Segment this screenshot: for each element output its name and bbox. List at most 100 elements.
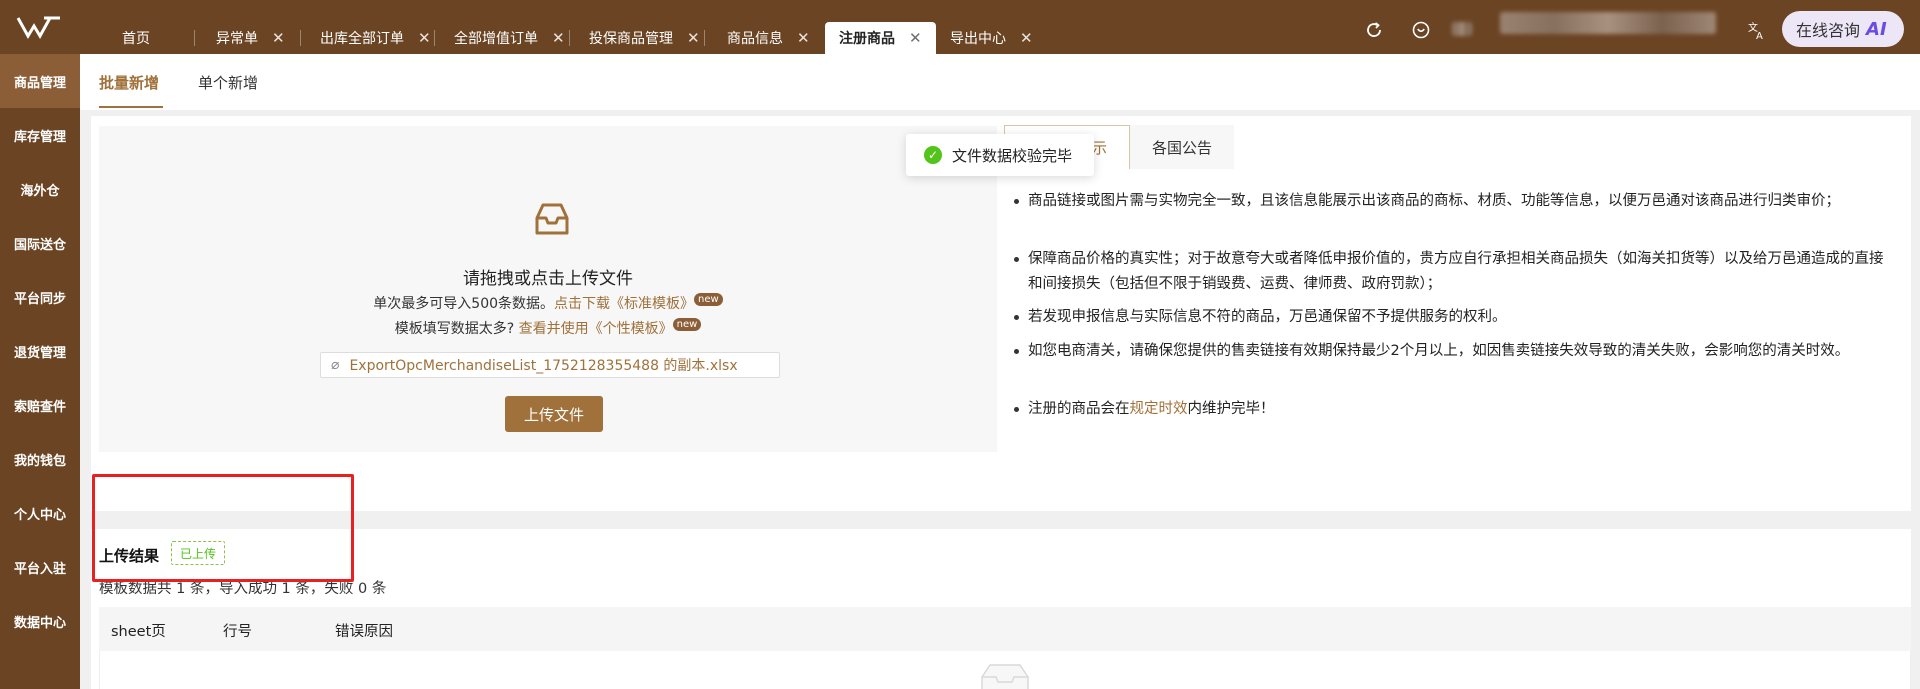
tab-all-outbound-orders[interactable]: 出库全部订单 ✕ [306, 22, 431, 54]
notice-text: 内维护完毕！ [1187, 401, 1275, 417]
upload-limit-line: 单次最多可导入500条数据。点击下载《标准模板》 new [99, 293, 997, 313]
notice-item: 如您电商清关，请确保您提供的售卖链接有效期保持最少2个月以上，如因售卖链接失效导… [1014, 339, 1888, 364]
redacted-user-info [1500, 12, 1716, 34]
upload-result-section: 上传结果 已上传 模板数据共 1 条，导入成功 1 条，失败 0 条 sheet… [91, 529, 1911, 689]
sla-link[interactable]: 规定时效 [1130, 401, 1188, 417]
inbox-icon [535, 203, 569, 235]
sidebar-item-data-center[interactable]: 数据中心 [0, 594, 80, 648]
paperclip-icon: ⌀ [331, 357, 340, 373]
upload-dropzone[interactable]: 请拖拽或点击上传文件 单次最多可导入500条数据。点击下载《标准模板》 new 模… [99, 126, 997, 452]
top-bar: 首页 异常单 ✕ 出库全部订单 ✕ 全部增值订单 ✕ 投保商品管理 ✕ 商品信息… [0, 0, 1920, 54]
sidebar-item-returns[interactable]: 退货管理 [0, 324, 80, 378]
column-header-error: 错误原因 [335, 624, 393, 640]
tab-label: 全部增值订单 [454, 31, 538, 47]
notice-tabs: 示 各国公告 [1004, 125, 1900, 169]
sidebar-item-label: 退货管理 [13, 345, 66, 361]
new-badge: new [672, 318, 702, 331]
upload-title: 请拖拽或点击上传文件 [463, 269, 633, 289]
custom-template-text: 模板填写数据太多? [394, 321, 515, 337]
sidebar-item-platform-sync[interactable]: 平台同步 [0, 270, 80, 324]
tab-insured-goods[interactable]: 投保商品管理 ✕ [575, 22, 700, 54]
sidebar-item-goods-management[interactable]: 商品管理 [0, 54, 80, 108]
refresh-icon[interactable] [1363, 19, 1385, 41]
tab-goods-info[interactable]: 商品信息 ✕ [713, 22, 810, 54]
success-toast: ✓ 文件数据校验完毕 [906, 134, 1094, 176]
tab-divider [434, 30, 435, 46]
close-icon[interactable]: ✕ [418, 29, 431, 47]
tab-home[interactable]: 首页 [108, 22, 150, 54]
notice-item: 注册的商品会在规定时效内维护完毕！ [1014, 397, 1888, 422]
tab-label: 注册商品 [839, 31, 895, 47]
tab-export-center[interactable]: 导出中心 ✕ [936, 22, 1033, 54]
upload-limit-text: 单次最多可导入500条数据。 [373, 296, 555, 312]
ai-badge: AI [1866, 18, 1887, 40]
notice-item: 商品链接或图片需与实物完全一致，且该信息能展示出该商品的商标、材质、功能等信息，… [1014, 189, 1888, 214]
close-icon[interactable]: ✕ [552, 29, 565, 47]
redacted-region [1452, 22, 1472, 36]
sidebar-item-inventory[interactable]: 库存管理 [0, 108, 80, 162]
tab-label: 导出中心 [950, 31, 1006, 47]
sidebar-item-intl-delivery[interactable]: 国际送仓 [0, 216, 80, 270]
sidebar-item-label: 个人中心 [13, 507, 66, 523]
new-badge: new [694, 293, 723, 306]
tab-label: 商品信息 [727, 31, 783, 47]
sidebar-item-label: 平台同步 [13, 291, 66, 307]
notice-item: 保障商品价格的真实性；对于故意夸大或者降低申报价值的，贵方应自行承担相关商品损失… [1014, 247, 1888, 297]
check-circle-icon: ✓ [924, 146, 942, 164]
sidebar-item-label: 平台入驻 [13, 561, 66, 577]
tab-batch-add[interactable]: 批量新增 [99, 72, 159, 93]
selected-file[interactable]: ⌀ ExportOpcMerchandiseList_1752128355488… [320, 352, 780, 378]
heart-icon[interactable] [1410, 19, 1432, 41]
tab-divider [704, 30, 705, 46]
close-icon[interactable]: ✕ [1020, 29, 1033, 47]
tab-label: 异常单 [216, 31, 258, 47]
sidebar-item-label: 索赔查件 [13, 399, 66, 415]
tab-all-value-added-orders[interactable]: 全部增值订单 ✕ [440, 22, 565, 54]
tab-country-notices[interactable]: 各国公告 [1130, 125, 1234, 169]
highlight-annotation [92, 474, 354, 582]
subtab-bar: 批量新增 单个新增 [80, 54, 1920, 110]
tab-divider [300, 30, 301, 46]
sidebar-item-label: 海外仓 [20, 183, 60, 199]
toast-message: 文件数据校验完毕 [952, 146, 1073, 165]
translate-icon[interactable]: 文 A [1746, 19, 1768, 41]
tab-exception-orders[interactable]: 异常单 ✕ [202, 22, 285, 54]
notice-text: 注册的商品会在 [1028, 401, 1130, 417]
sidebar-item-wallet[interactable]: 我的钱包 [0, 432, 80, 486]
sidebar-item-label: 数据中心 [13, 615, 66, 631]
empty-box-icon [981, 664, 1029, 689]
close-icon[interactable]: ✕ [909, 29, 922, 47]
notice-item: 若发现申报信息与实际信息不符的商品，万邑通保留不予提供服务的权利。 [1014, 305, 1888, 330]
close-icon[interactable]: ✕ [687, 29, 700, 47]
svg-text:A: A [1756, 31, 1763, 41]
file-name: ExportOpcMerchandiseList_1752128355488 的… [349, 358, 738, 374]
notice-content: 商品链接或图片需与实物完全一致，且该信息能展示出该商品的商标、材质、功能等信息，… [1004, 169, 1900, 450]
custom-template-link[interactable]: 查看并使用《个性模板》 [519, 321, 673, 337]
column-header-sheet: sheet页 [111, 624, 166, 640]
result-table-body [99, 651, 1911, 689]
download-standard-template-link[interactable]: 点击下载《标准模板》 [554, 296, 694, 312]
brand-logo[interactable] [14, 12, 64, 42]
upload-file-button[interactable]: 上传文件 [505, 396, 603, 432]
sidebar-item-label: 我的钱包 [13, 453, 66, 469]
sidebar-item-profile[interactable]: 个人中心 [0, 486, 80, 540]
column-header-row: 行号 [223, 624, 252, 640]
sidebar-item-platform-onboarding[interactable]: 平台入驻 [0, 540, 80, 594]
ai-consult-label: 在线咨询 [1796, 21, 1861, 40]
sidebar-item-claims[interactable]: 索赔查件 [0, 378, 80, 432]
active-tab-indicator [99, 106, 163, 108]
sidebar-item-label: 国际送仓 [13, 237, 66, 253]
tab-label: 出库全部订单 [320, 31, 404, 47]
custom-template-line: 模板填写数据太多? 查看并使用《个性模板》 new [99, 318, 997, 338]
tab-divider [569, 30, 570, 46]
result-table-header: sheet页 行号 错误原因 [99, 607, 1911, 651]
tab-register-goods[interactable]: 注册商品 ✕ [825, 22, 936, 54]
tab-divider [194, 30, 195, 46]
ai-consult-button[interactable]: 在线咨询 AI [1782, 11, 1904, 47]
tab-single-add[interactable]: 单个新增 [198, 72, 258, 93]
close-icon[interactable]: ✕ [797, 29, 810, 47]
sidebar-item-label: 库存管理 [13, 129, 66, 145]
close-icon[interactable]: ✕ [272, 29, 285, 47]
sidebar-item-overseas-warehouse[interactable]: 海外仓 [0, 162, 80, 216]
sidebar: 商品管理 库存管理 海外仓 国际送仓 平台同步 退货管理 索赔查件 我的钱包 个… [0, 54, 80, 689]
